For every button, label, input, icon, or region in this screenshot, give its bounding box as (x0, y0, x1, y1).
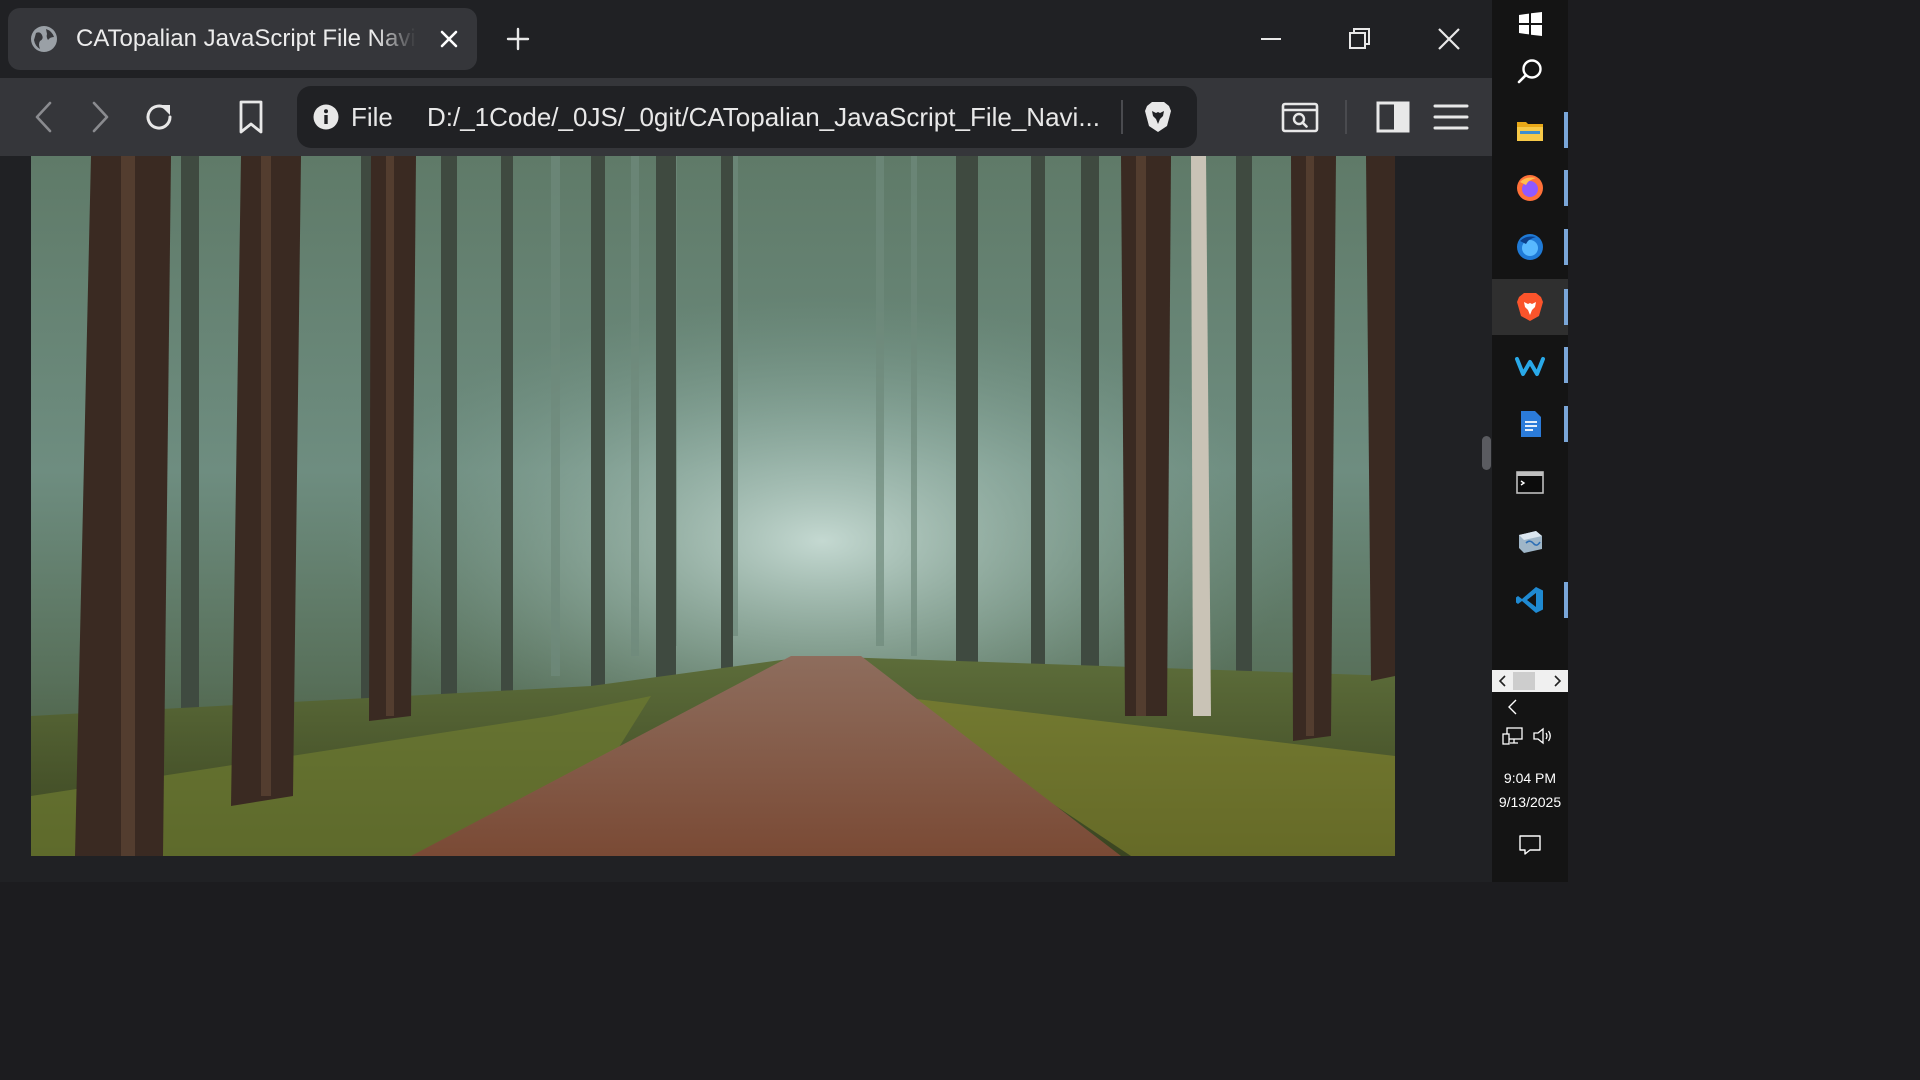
brave-icon[interactable] (1514, 290, 1546, 322)
scrollbar-thumb[interactable] (1482, 436, 1491, 470)
volume-icon[interactable] (1532, 726, 1554, 746)
search-icon[interactable] (1514, 56, 1546, 88)
wisk-icon[interactable] (1514, 349, 1546, 381)
chevron-right-icon[interactable] (80, 97, 120, 137)
file-explorer-icon[interactable] (1514, 114, 1546, 146)
firefox-developer-icon[interactable] (1514, 231, 1546, 263)
scheme-label: File (351, 102, 393, 132)
network-icon[interactable] (1502, 726, 1524, 746)
clock-time: 9:04 PM (1503, 770, 1557, 786)
forest-image (31, 156, 1395, 856)
clock-date: 9/13/2025 (1498, 794, 1562, 810)
chevron-left-icon[interactable] (24, 97, 64, 137)
chevron-left-icon[interactable] (1504, 698, 1522, 716)
bookmark-icon[interactable] (231, 97, 271, 137)
hamburger-menu-icon[interactable] (1431, 97, 1471, 137)
search-in-page-icon[interactable] (1280, 97, 1320, 137)
system-clock[interactable]: 9:04 PM 9/13/2025 (1492, 766, 1568, 814)
brave-shield-icon[interactable] (1143, 100, 1173, 134)
browser-window: CATopalian JavaScript File Navigator (0, 0, 1492, 882)
page-content (0, 156, 1492, 882)
running-indicator (1564, 170, 1568, 206)
plus-icon[interactable] (503, 24, 533, 54)
restore-icon[interactable] (1342, 22, 1376, 56)
toolbar-divider (1345, 100, 1347, 134)
tray-scrollbar[interactable] (1492, 670, 1568, 692)
minimize-icon[interactable] (1254, 22, 1288, 56)
sidebar-icon[interactable] (1373, 97, 1413, 137)
vscode-icon[interactable] (1514, 584, 1546, 616)
chevron-right-icon[interactable] (1550, 674, 1564, 688)
running-indicator (1564, 347, 1568, 383)
globe-icon (31, 26, 57, 52)
hardware-icon[interactable] (1514, 525, 1546, 557)
address-bar[interactable]: File D:/_1Code/_0JS/_0git/CATopalian_Jav… (297, 86, 1197, 148)
close-icon[interactable] (436, 26, 462, 52)
tab-strip: CATopalian JavaScript File Navigator (0, 0, 1492, 78)
scroll-thumb[interactable] (1513, 672, 1535, 690)
taskbar: 9:04 PM 9/13/2025 (1492, 0, 1568, 882)
tab-active[interactable]: CATopalian JavaScript File Navigator (8, 8, 477, 70)
firefox-icon[interactable] (1514, 172, 1546, 204)
running-indicator (1564, 406, 1568, 442)
info-icon[interactable] (313, 104, 339, 130)
running-indicator (1564, 289, 1568, 325)
document-icon[interactable] (1514, 408, 1546, 440)
close-icon[interactable] (1432, 22, 1466, 56)
terminal-icon[interactable] (1514, 466, 1546, 498)
windows-start-icon[interactable] (1514, 8, 1546, 40)
running-indicator (1564, 112, 1568, 148)
desktop: CATopalian JavaScript File Navigator (0, 0, 1568, 882)
divider (1121, 100, 1123, 134)
url-text[interactable]: D:/_1Code/_0JS/_0git/CATopalian_JavaScri… (427, 100, 1107, 134)
running-indicator (1564, 229, 1568, 265)
toolbar: File D:/_1Code/_0JS/_0git/CATopalian_Jav… (0, 78, 1492, 156)
reload-icon[interactable] (139, 97, 179, 137)
chevron-left-icon[interactable] (1496, 674, 1510, 688)
tab-title: CATopalian JavaScript File Navigator (76, 25, 416, 52)
notification-icon[interactable] (1518, 834, 1542, 856)
running-indicator (1564, 582, 1568, 618)
